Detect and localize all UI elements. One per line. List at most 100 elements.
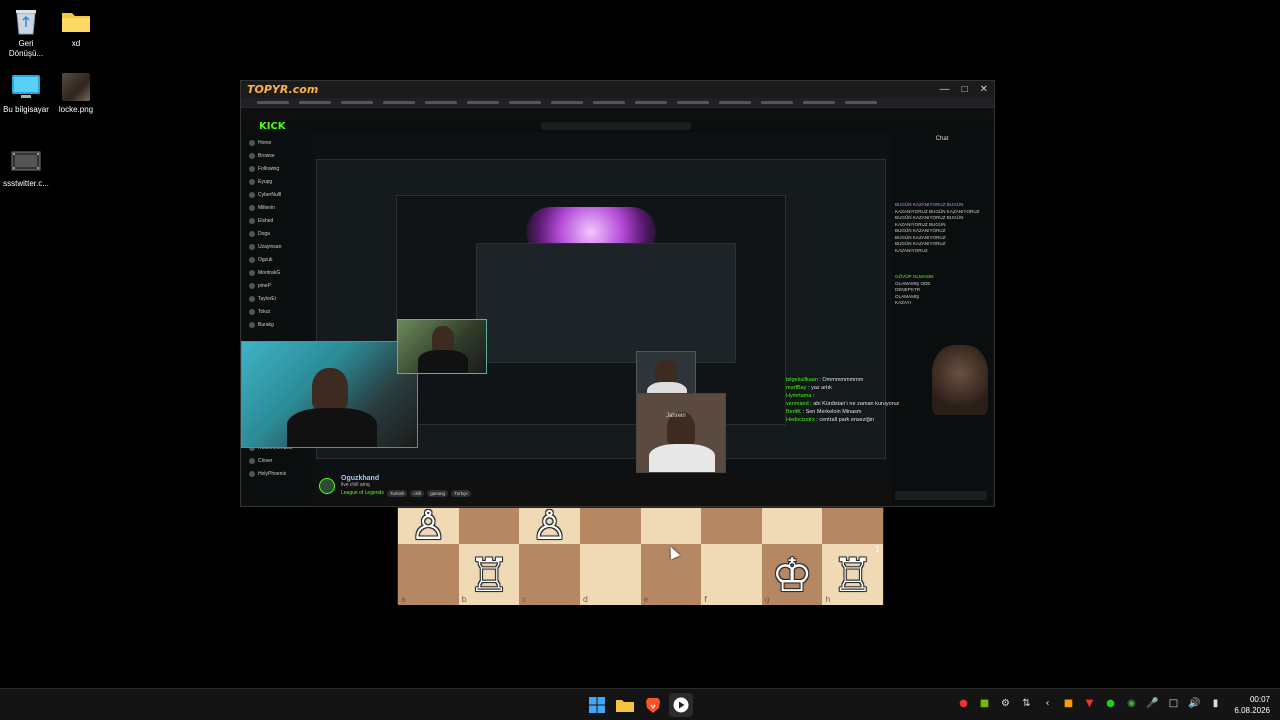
file-label: e bbox=[643, 595, 649, 604]
chat-input[interactable] bbox=[895, 491, 987, 500]
arrows-icon[interactable]: ⇅ bbox=[1020, 697, 1033, 710]
streamer-avatar[interactable] bbox=[319, 478, 335, 494]
battery-icon[interactable]: ▮ bbox=[1209, 697, 1222, 710]
volume-icon[interactable]: 🔊 bbox=[1188, 697, 1201, 710]
sidebar-item[interactable]: Doga bbox=[249, 228, 307, 241]
square-h2[interactable] bbox=[822, 508, 883, 544]
chess-board[interactable]: ♙ ♙ a ♖ b c d e f ♔ g ♖ h 1 bbox=[397, 506, 884, 605]
desktop-icon-this-pc[interactable]: Bu bilgisayar bbox=[0, 72, 52, 115]
file-label: a bbox=[401, 595, 406, 604]
square-h1[interactable]: ♖ h 1 bbox=[822, 544, 883, 605]
square-c1[interactable]: c bbox=[519, 544, 580, 605]
overlay-chat-line: Hedocizstrx : centrall park enseziğin bbox=[786, 417, 875, 423]
square-b2[interactable] bbox=[458, 508, 520, 544]
gear-tray-icon[interactable]: ⚙ bbox=[999, 697, 1012, 710]
maximize-icon[interactable]: □ bbox=[962, 84, 968, 95]
desktop-icon-ssstwitter-video[interactable]: ssstwitter.c... bbox=[0, 146, 52, 189]
start-button[interactable] bbox=[585, 693, 609, 717]
sidebar-item[interactable]: Uzayinsan bbox=[249, 241, 307, 254]
stream-category[interactable]: League of Legends bbox=[341, 490, 384, 497]
this-pc-label: Bu bilgisayar bbox=[3, 105, 49, 114]
square-g1[interactable]: ♔ g bbox=[761, 544, 823, 605]
desktop-icon-xd-folder[interactable]: xd bbox=[50, 6, 102, 49]
sidebar-item[interactable]: Burakg bbox=[249, 319, 307, 332]
recycle-bin-icon bbox=[11, 6, 41, 36]
chat-username: Hymrtama bbox=[786, 393, 812, 399]
sidebar-item[interactable]: Elshed bbox=[249, 215, 307, 228]
sidebar-item[interactable]: Following bbox=[249, 163, 307, 176]
overlay-chat-line: Hymrtama : bbox=[786, 393, 815, 399]
file-label: g bbox=[764, 595, 770, 604]
file-label: h bbox=[825, 595, 831, 604]
kick-header: KICK bbox=[241, 119, 994, 133]
square-g2[interactable] bbox=[761, 508, 823, 544]
sidebar-item[interactable]: Home bbox=[249, 137, 307, 150]
chat-message: KAZAYI bbox=[895, 300, 911, 305]
sidebar-item[interactable]: TaylorEr bbox=[249, 293, 307, 306]
square-c2[interactable]: ♙ bbox=[519, 506, 580, 546]
white-king[interactable]: ♔ bbox=[771, 552, 812, 598]
square-e2[interactable] bbox=[640, 508, 702, 544]
system-clock[interactable]: 00:07 6.08.2026 bbox=[1234, 694, 1270, 716]
video-player-window[interactable]: TOPYR.com — □ ✕ KICK Home Browse Followi… bbox=[240, 80, 995, 507]
chat-username: BeritK bbox=[786, 409, 801, 415]
streamer-shirt bbox=[418, 350, 468, 373]
microphone-icon[interactable]: 🎤 bbox=[1146, 697, 1159, 710]
overlay-chat-line: bilgekullkaan : Ommmmmmmm bbox=[786, 377, 864, 383]
square-f2[interactable] bbox=[701, 508, 762, 544]
chat-title: Chat bbox=[935, 136, 949, 142]
brave-browser-button[interactable] bbox=[641, 693, 665, 717]
stream-tag[interactable]: Turkish bbox=[386, 490, 408, 497]
search-input[interactable] bbox=[541, 122, 691, 130]
white-rook[interactable]: ♖ bbox=[832, 552, 873, 598]
sidebar-item[interactable]: Browse bbox=[249, 150, 307, 163]
green-app-icon[interactable]: ● bbox=[1104, 697, 1117, 710]
sidebar-item[interactable]: CyberNulll bbox=[249, 189, 307, 202]
file-explorer-button[interactable] bbox=[613, 693, 637, 717]
chat-username: venmand bbox=[786, 401, 809, 407]
sidebar-item[interactable]: Eyupg bbox=[249, 176, 307, 189]
clock-date: 6.08.2026 bbox=[1234, 706, 1270, 715]
sidebar-item[interactable]: Closer bbox=[249, 455, 307, 468]
sidebar-item[interactable]: HolyPhoenix bbox=[249, 468, 307, 481]
kick-logo[interactable]: KICK bbox=[259, 121, 286, 132]
watermark: TOPYR.com bbox=[247, 83, 319, 96]
close-icon[interactable]: ✕ bbox=[980, 84, 988, 95]
monitor-icon bbox=[11, 72, 41, 102]
stream-tag[interactable]: chill bbox=[410, 490, 425, 497]
network-icon[interactable]: □ bbox=[1167, 697, 1180, 710]
square-a2[interactable]: ♙ bbox=[398, 506, 459, 546]
white-pawn[interactable]: ♙ bbox=[410, 506, 446, 546]
square-f1[interactable]: f bbox=[701, 544, 762, 605]
overlay-chat-line: venmand : abi Kürdistan'ı ne zaman kuruy… bbox=[786, 401, 900, 407]
square-a1[interactable]: a bbox=[398, 544, 459, 605]
chat-username: Hedocizstrx bbox=[786, 417, 815, 423]
square-d2[interactable] bbox=[579, 508, 641, 544]
nvidia-icon[interactable]: ■ bbox=[978, 697, 991, 710]
stream-tag[interactable]: gaming bbox=[427, 490, 448, 497]
media-player-button[interactable] bbox=[669, 693, 693, 717]
red-app-icon[interactable]: ▼ bbox=[1083, 697, 1096, 710]
stream-tag[interactable]: Türkçe bbox=[450, 490, 471, 497]
streamer-face bbox=[655, 360, 677, 384]
chevron-left-icon[interactable]: ‹ bbox=[1041, 697, 1054, 710]
app-tray-icon[interactable]: ● bbox=[957, 697, 970, 710]
white-pawn[interactable]: ♙ bbox=[532, 506, 568, 546]
desktop-icon-locke-png[interactable]: locke.png bbox=[50, 72, 102, 115]
sidebar-item[interactable]: Millenin bbox=[249, 202, 307, 215]
sidebar-item[interactable]: Ogzuk bbox=[249, 254, 307, 267]
sidebar-item[interactable]: pineP bbox=[249, 280, 307, 293]
chrome-icon[interactable]: ◉ bbox=[1125, 697, 1138, 710]
xd-folder-label: xd bbox=[71, 39, 81, 48]
square-d1[interactable]: d bbox=[579, 544, 641, 605]
square-b1[interactable]: ♖ b bbox=[458, 544, 520, 605]
desktop-icon-recycle-bin[interactable]: Geri Dönüşü... bbox=[0, 6, 52, 59]
sidebar-item[interactable]: Tokut bbox=[249, 306, 307, 319]
minimize-icon[interactable]: — bbox=[940, 84, 950, 95]
video-titlebar[interactable]: TOPYR.com — □ ✕ bbox=[241, 81, 994, 98]
orange-app-icon[interactable]: ■ bbox=[1062, 697, 1075, 710]
streamer-name[interactable]: Oguzkhand bbox=[341, 475, 471, 482]
sidebar-item[interactable]: MordrakG bbox=[249, 267, 307, 280]
streamer-face bbox=[312, 368, 348, 410]
white-rook[interactable]: ♖ bbox=[468, 552, 509, 598]
